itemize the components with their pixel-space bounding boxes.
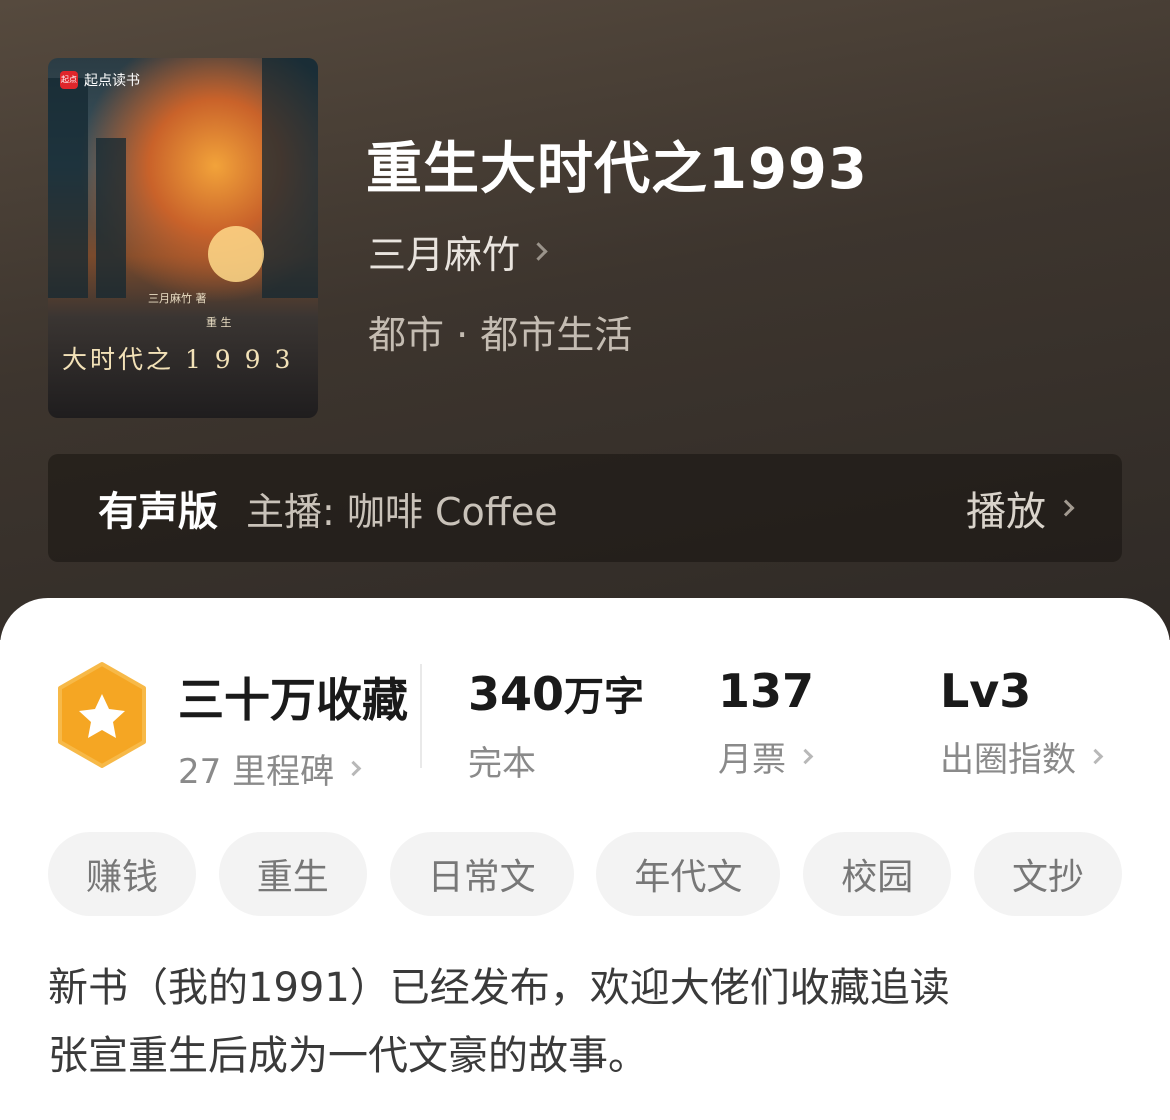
- description-line: 张宣重生后成为一代文豪的故事。: [48, 1033, 648, 1079]
- cover-building: [48, 78, 88, 298]
- cover-sun: [208, 226, 264, 282]
- milestone-count: 27 里程碑: [178, 752, 335, 792]
- tag-chip[interactable]: 日常文: [389, 832, 574, 916]
- stat-collection[interactable]: 三十万收藏 27 里程碑: [178, 664, 408, 793]
- monthly-ticket-label: 月票: [718, 740, 786, 780]
- chevron-right-icon: [797, 748, 814, 765]
- monthly-ticket-count: 137: [718, 664, 815, 718]
- cover-author: 三月麻竹 著: [148, 292, 207, 305]
- popularity-level: Lv3: [940, 664, 1032, 718]
- brand-logo-icon: 起点: [60, 71, 78, 89]
- audiobook-bar[interactable]: 有声版 主播: 咖啡 Coffee 播放: [48, 454, 1122, 562]
- audiobook-label: 有声版: [98, 489, 218, 535]
- stat-monthly-tickets[interactable]: 137 月票: [718, 664, 814, 781]
- tag-chip[interactable]: 重生: [218, 832, 367, 916]
- stat-divider: [420, 664, 422, 768]
- milestone-medal-icon[interactable]: [52, 660, 152, 770]
- description-line: 新书（我的1991）已经发布，欢迎大佬们收藏追读: [48, 965, 950, 1011]
- chevron-right-icon: [345, 760, 362, 777]
- completion-status: 完本: [468, 744, 536, 784]
- word-count-value: 340: [468, 667, 565, 721]
- book-description[interactable]: 新书（我的1991）已经发布，欢迎大佬们收藏追读 张宣重生后成为一代文豪的故事。: [48, 954, 1128, 1090]
- tag-chip[interactable]: 赚钱: [48, 832, 197, 916]
- milestone-link[interactable]: 27 里程碑: [178, 744, 408, 793]
- monthly-ticket-link[interactable]: 月票: [718, 732, 814, 781]
- popularity-link[interactable]: 出圈指数: [940, 732, 1104, 781]
- tag-chip[interactable]: 年代文: [596, 832, 781, 916]
- cover-brand: 起点 起点读书: [60, 70, 140, 90]
- cover-title: 大时代之 1 9 9 3: [62, 345, 294, 374]
- tag-chip[interactable]: 校园: [803, 832, 952, 916]
- word-count: 340万字: [468, 664, 644, 722]
- book-title: 重生大时代之1993: [366, 137, 868, 202]
- stat-words: 340万字 完本: [468, 664, 644, 785]
- cover-subtitle: 重 生: [206, 316, 232, 329]
- chevron-right-icon: [1057, 499, 1075, 517]
- chevron-right-icon: [529, 242, 548, 261]
- word-count-unit: 万字: [564, 674, 645, 720]
- author-link[interactable]: 三月麻竹: [368, 224, 548, 279]
- collection-count: 三十万收藏: [178, 673, 408, 727]
- book-genre: 都市 · 都市生活: [368, 313, 633, 357]
- chevron-right-icon: [1087, 748, 1104, 765]
- book-cover-image[interactable]: 起点 起点读书 三月麻竹 著 重 生 大时代之 1 9 9 3: [48, 58, 318, 418]
- play-button[interactable]: 播放: [966, 479, 1075, 537]
- play-label: 播放: [966, 489, 1046, 535]
- audiobook-host: 主播: 咖啡 Coffee: [246, 489, 558, 534]
- author-name: 三月麻竹: [368, 233, 521, 277]
- popularity-label: 出圈指数: [940, 740, 1076, 780]
- tag-chip[interactable]: 文抄: [973, 832, 1122, 916]
- stat-popularity-index[interactable]: Lv3 出圈指数: [940, 664, 1104, 781]
- tag-list: 赚钱 重生 日常文 年代文 校园 文抄: [48, 832, 1122, 916]
- book-header: 起点 起点读书 三月麻竹 著 重 生 大时代之 1 9 9 3 重生大时代之19…: [0, 0, 1170, 640]
- cover-brand-text: 起点读书: [84, 73, 140, 89]
- cover-building: [96, 138, 126, 298]
- cover-building: [262, 58, 318, 298]
